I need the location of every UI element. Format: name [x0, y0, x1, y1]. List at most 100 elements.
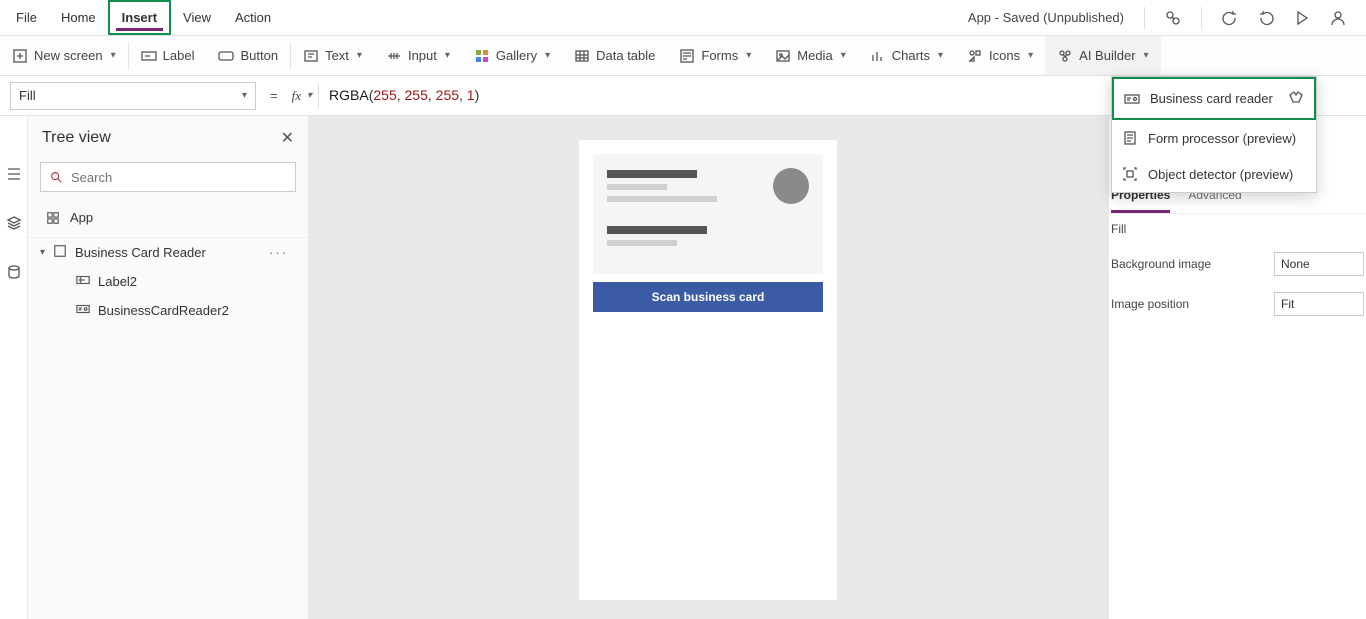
text-icon — [303, 48, 319, 64]
prop-fill-row: Fill — [1109, 214, 1366, 244]
card-reader-icon — [1124, 91, 1140, 107]
form-icon — [1122, 130, 1138, 146]
ribbon: New screen ▾ Label Button Text ▾ Input ▾… — [0, 36, 1366, 76]
undo-icon[interactable] — [1214, 2, 1246, 34]
input-icon — [386, 48, 402, 64]
screen-icon — [53, 244, 67, 261]
ribbon-text[interactable]: Text ▾ — [291, 36, 374, 75]
ribbon-button-text: Button — [240, 48, 278, 63]
ribbon-data-table-label: Data table — [596, 48, 655, 63]
prop-bgimage-label: Background image — [1111, 257, 1211, 271]
redo-icon[interactable] — [1250, 2, 1282, 34]
ribbon-text-label: Text — [325, 48, 349, 63]
avatar-placeholder — [773, 168, 809, 204]
menu-home[interactable]: Home — [49, 0, 108, 35]
table-icon — [574, 48, 590, 64]
formula-fn: RGBA — [329, 87, 369, 103]
menu-insert[interactable]: Insert — [108, 0, 171, 35]
ribbon-input-label: Input — [408, 48, 437, 63]
ribbon-charts[interactable]: Charts ▾ — [858, 36, 955, 75]
placeholder-line — [607, 240, 677, 246]
formula-input[interactable]: RGBA(255, 255, 255, 1) — [319, 87, 479, 104]
tree-search[interactable] — [40, 162, 296, 192]
button-icon — [218, 48, 234, 64]
layers-rail-icon[interactable] — [6, 215, 22, 234]
ribbon-new-screen[interactable]: New screen ▾ — [0, 36, 128, 75]
placeholder-line — [607, 226, 707, 234]
forms-icon — [679, 48, 695, 64]
ai-item-object-detector[interactable]: Object detector (preview) — [1112, 156, 1316, 192]
health-icon[interactable] — [1157, 2, 1189, 34]
ai-item-label: Form processor (preview) — [1148, 131, 1296, 146]
prop-imgpos-row: Image position Fit — [1109, 284, 1366, 324]
menu-file[interactable]: File — [4, 0, 49, 35]
menu-action[interactable]: Action — [223, 0, 283, 35]
placeholder-line — [607, 170, 697, 178]
premium-icon — [1288, 89, 1304, 108]
menu-right: App - Saved (Unpublished) — [968, 2, 1362, 34]
close-icon[interactable]: ✕ — [281, 128, 294, 148]
chevron-down-icon: ▾ — [1144, 50, 1149, 61]
search-input[interactable] — [71, 170, 287, 185]
ai-item-label: Object detector (preview) — [1148, 167, 1293, 182]
tree-node-label2[interactable]: Label2 — [28, 267, 308, 296]
property-selector[interactable]: Fill ▾ — [10, 82, 256, 110]
tree-node-bcreader[interactable]: BusinessCardReader2 — [28, 296, 308, 325]
ribbon-media[interactable]: Media ▾ — [763, 36, 857, 75]
ai-item-form-processor[interactable]: Form processor (preview) — [1112, 120, 1316, 156]
chevron-down-icon: ▾ — [938, 50, 943, 61]
placeholder-line — [607, 196, 717, 202]
scan-business-card-button[interactable]: Scan business card — [593, 282, 823, 312]
tree-title: Tree view — [42, 129, 111, 147]
ribbon-label[interactable]: Label — [129, 36, 207, 75]
tree-header: Tree view ✕ — [28, 116, 308, 156]
property-name: Fill — [19, 88, 36, 103]
ribbon-new-screen-label: New screen — [34, 48, 103, 63]
top-menu-bar: File Home Insert View Action App - Saved… — [0, 0, 1366, 36]
ribbon-ai-builder[interactable]: AI Builder ▾ — [1045, 36, 1160, 75]
ribbon-forms[interactable]: Forms ▾ — [667, 36, 763, 75]
canvas[interactable]: Scan business card — [308, 116, 1108, 619]
tree-view-rail-icon[interactable] — [6, 166, 22, 185]
chevron-down-icon: ▾ — [242, 90, 247, 101]
chevron-down-icon: ▾ — [1028, 50, 1033, 61]
fx-label[interactable]: fx ▾ — [292, 88, 318, 104]
tree-app-row[interactable]: App — [28, 202, 308, 233]
left-rail — [0, 116, 28, 619]
ribbon-forms-label: Forms — [701, 48, 738, 63]
tree-app-label: App — [70, 210, 93, 225]
data-rail-icon[interactable] — [6, 264, 22, 283]
more-icon[interactable]: ··· — [269, 245, 288, 260]
menu-view[interactable]: View — [171, 0, 223, 35]
chevron-down-icon[interactable]: ▾ — [40, 247, 45, 258]
chevron-down-icon: ▾ — [111, 50, 116, 61]
tree-panel: Tree view ✕ App ▾ Business Card Reader ·… — [28, 116, 308, 619]
ribbon-label-text: Label — [163, 48, 195, 63]
chevron-down-icon: ▾ — [357, 50, 362, 61]
ribbon-ai-builder-label: AI Builder — [1079, 48, 1135, 63]
ribbon-charts-label: Charts — [892, 48, 930, 63]
user-icon[interactable] — [1322, 2, 1354, 34]
prop-bgimage-value[interactable]: None — [1274, 252, 1364, 276]
tree-node-label2-text: Label2 — [98, 274, 137, 289]
play-icon[interactable] — [1286, 2, 1318, 34]
ribbon-gallery[interactable]: Gallery ▾ — [462, 36, 562, 75]
prop-fill-label: Fill — [1111, 222, 1126, 236]
tree-node-root[interactable]: ▾ Business Card Reader ··· — [28, 238, 308, 267]
ribbon-input[interactable]: Input ▾ — [374, 36, 462, 75]
gallery-icon — [474, 48, 490, 64]
divider — [1201, 7, 1202, 29]
ai-builder-dropdown: Business card reader Form processor (pre… — [1111, 76, 1317, 193]
equals-sign: = — [256, 88, 292, 103]
chevron-down-icon: ▾ — [545, 50, 550, 61]
ribbon-button[interactable]: Button — [206, 36, 290, 75]
ribbon-icons[interactable]: Icons ▾ — [955, 36, 1045, 75]
ai-builder-icon — [1057, 48, 1073, 64]
chevron-down-icon: ▾ — [841, 50, 846, 61]
ai-item-business-card-reader[interactable]: Business card reader — [1112, 77, 1316, 120]
ribbon-data-table[interactable]: Data table — [562, 36, 667, 75]
chevron-down-icon: ▾ — [307, 90, 312, 101]
charts-icon — [870, 48, 886, 64]
tree-node-root-label: Business Card Reader — [75, 245, 206, 260]
prop-imgpos-value[interactable]: Fit — [1274, 292, 1364, 316]
